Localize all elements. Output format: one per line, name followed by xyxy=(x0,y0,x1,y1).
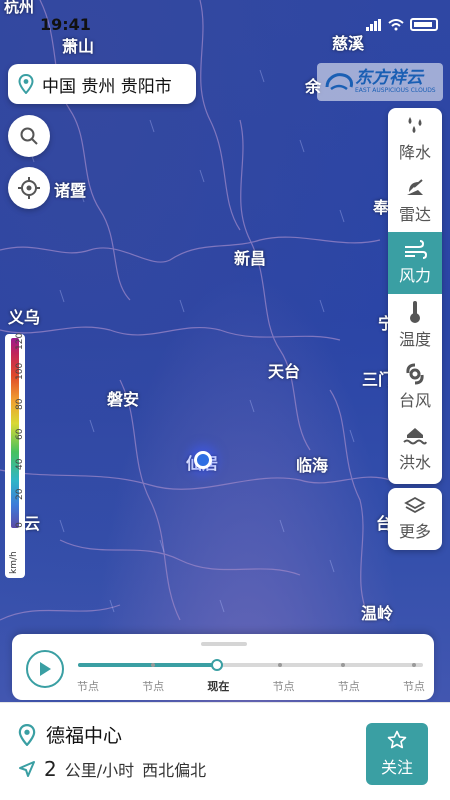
city-label: 云 xyxy=(24,514,41,533)
wind-row: 2 公里/小时 西北偏北 xyxy=(18,757,206,781)
layer-panel: 降水 雷达 风力 温度 台风 洪水 xyxy=(388,108,442,484)
legend-tick: 60 xyxy=(15,428,25,440)
city-label: 萧山 xyxy=(62,37,95,56)
cloud-logo-icon xyxy=(325,73,353,91)
city-label: 磐安 xyxy=(107,390,140,409)
play-button[interactable] xyxy=(26,650,64,688)
crosshair-icon xyxy=(18,177,40,199)
city-label: 杭州 xyxy=(4,0,35,16)
layer-radar[interactable]: 雷达 xyxy=(388,170,442,232)
radar-icon xyxy=(407,179,423,195)
city-label: 温岭 xyxy=(361,604,394,623)
legend-tick: 40 xyxy=(15,458,25,470)
layer-label: 风力 xyxy=(398,266,431,285)
current-location-marker xyxy=(194,451,212,469)
wind-icon xyxy=(405,240,427,259)
legend-tick: 100 xyxy=(15,362,25,380)
brand-logo: 东方祥云 EAST AUSPICIOUS CLOUDS xyxy=(317,63,443,101)
wifi-icon xyxy=(388,18,404,30)
city-label: 奉 xyxy=(373,198,390,217)
timeline-panel: 节点 节点 现在 节点 节点 节点 xyxy=(12,634,434,700)
wind-speed-unit: 公里/小时 xyxy=(64,761,135,780)
thermometer-icon xyxy=(410,301,420,323)
typhoon-icon xyxy=(406,363,424,385)
search-icon xyxy=(20,127,38,145)
layer-label: 台风 xyxy=(398,391,431,410)
layer-label: 降水 xyxy=(398,143,431,162)
star-icon xyxy=(387,730,407,749)
city-label: 义乌 xyxy=(8,308,41,327)
timeline-track[interactable] xyxy=(78,659,423,671)
location-selector[interactable]: 中国 贵州 贵阳市 xyxy=(8,64,196,104)
layer-flood[interactable]: 洪水 xyxy=(388,418,442,480)
layer-label: 洪水 xyxy=(398,453,431,472)
place-row: 德福中心 xyxy=(18,721,122,748)
status-icons xyxy=(366,18,438,31)
place-name: 德福中心 xyxy=(46,725,123,747)
layer-typhoon[interactable]: 台风 xyxy=(388,356,442,418)
flood-icon xyxy=(403,428,427,445)
city-label: 诸暨 xyxy=(54,181,87,200)
city-label: 新昌 xyxy=(234,249,267,268)
location-pin-icon xyxy=(18,74,34,94)
location-label: 中国 贵州 贵阳市 xyxy=(42,76,172,97)
drag-handle[interactable] xyxy=(201,642,247,646)
timeline-label[interactable]: 节点 xyxy=(390,678,438,694)
signal-icon xyxy=(366,18,381,31)
status-time: 19:41 xyxy=(40,15,91,34)
timeline-label[interactable]: 节点 xyxy=(129,678,177,694)
timeline-thumb[interactable] xyxy=(211,659,223,671)
more-label: 更多 xyxy=(398,522,431,541)
layer-wind[interactable]: 风力 xyxy=(388,232,442,294)
legend-ticks: 0 20 40 60 80 100 120 xyxy=(15,332,25,530)
navigation-arrow-icon xyxy=(19,761,35,777)
legend-tick: 120 xyxy=(15,332,25,350)
layer-label: 温度 xyxy=(398,330,431,349)
timeline-label[interactable]: 节点 xyxy=(64,678,112,694)
layer-precipitation[interactable]: 降水 xyxy=(388,108,442,170)
location-pin-icon xyxy=(18,723,36,746)
precipitation-icon xyxy=(408,117,422,133)
legend-tick: 80 xyxy=(15,398,25,410)
timeline-labels: 节点 节点 现在 节点 节点 节点 xyxy=(64,678,444,694)
timeline-node xyxy=(341,663,345,667)
timeline-label[interactable]: 节点 xyxy=(325,678,373,694)
timeline-node xyxy=(412,663,416,667)
follow-label: 关注 xyxy=(380,758,413,777)
layer-temperature[interactable]: 温度 xyxy=(388,294,442,356)
follow-button[interactable]: 关注 xyxy=(366,723,428,785)
logo-text: 东方祥云 xyxy=(355,68,423,88)
location-info-sheet: 德福中心 2 公里/小时 西北偏北 关注 xyxy=(0,702,450,800)
timeline-label-current[interactable]: 现在 xyxy=(194,678,242,694)
legend-unit: km/h xyxy=(9,551,19,574)
legend-tick: 20 xyxy=(15,488,25,500)
more-layers-button[interactable]: 更多 xyxy=(388,488,442,550)
wind-speed-legend: 0 20 40 60 80 100 120 km/h xyxy=(5,332,25,578)
layers-icon xyxy=(404,496,426,514)
play-icon xyxy=(40,662,51,676)
layer-label: 雷达 xyxy=(398,205,431,224)
timeline-progress xyxy=(78,663,216,667)
locate-button[interactable] xyxy=(8,167,50,209)
logo-subtext: EAST AUSPICIOUS CLOUDS xyxy=(355,87,436,94)
timeline-node xyxy=(278,663,282,667)
search-button[interactable] xyxy=(8,115,50,157)
city-label: 天台 xyxy=(268,362,301,381)
timeline-node xyxy=(151,663,155,667)
wind-speed-value: 2 xyxy=(44,757,57,781)
battery-icon xyxy=(410,18,438,31)
wind-direction: 西北偏北 xyxy=(142,761,207,780)
city-label: 临海 xyxy=(296,456,329,475)
legend-tick: 0 xyxy=(15,522,25,528)
timeline-label[interactable]: 节点 xyxy=(260,678,308,694)
city-label: 慈溪 xyxy=(332,34,365,53)
